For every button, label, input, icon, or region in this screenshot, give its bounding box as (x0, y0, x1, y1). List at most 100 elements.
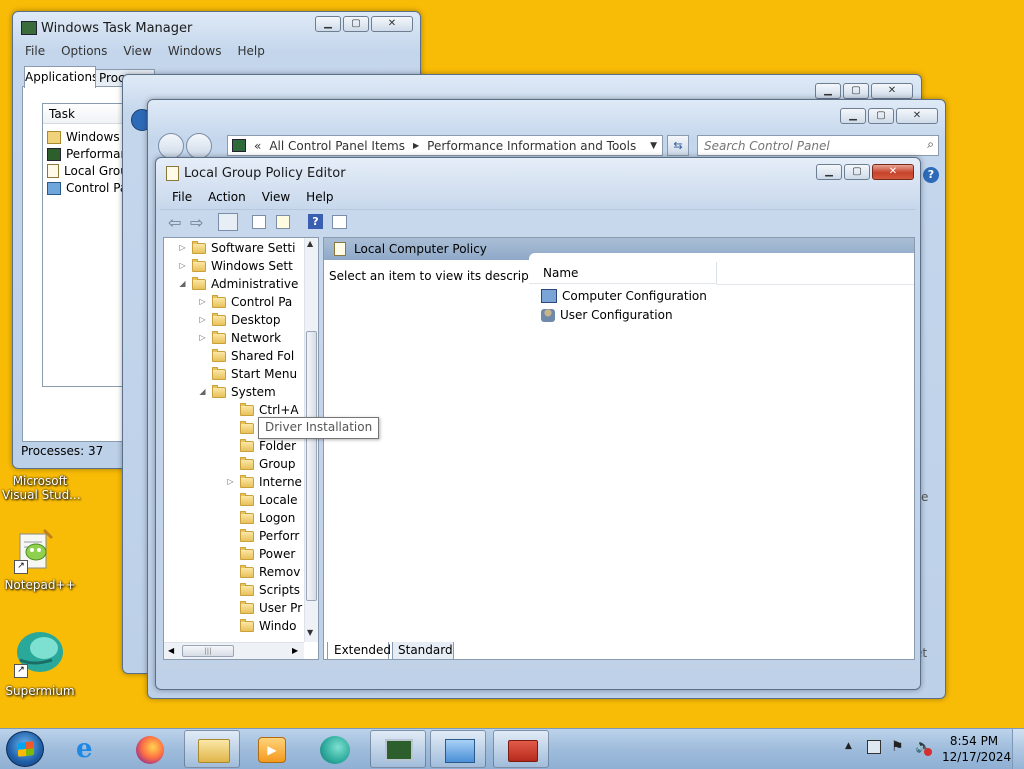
menu-action[interactable]: Action (200, 188, 254, 206)
search-input[interactable] (698, 136, 916, 155)
menu-file[interactable]: File (17, 42, 53, 60)
maximize-button[interactable]: ▢ (844, 164, 870, 180)
desktop-icon-notepad-plus-plus[interactable]: ↗ Notepad++ (2, 526, 78, 596)
expand-arrow-icon[interactable]: ▷ (198, 329, 207, 347)
column-header-name[interactable]: Name (529, 262, 717, 284)
taskbar-group-policy[interactable] (493, 730, 549, 768)
clock-date[interactable]: 12/17/2024 (942, 750, 1011, 764)
maximize-button[interactable]: ▢ (343, 16, 369, 32)
desktop-icon-visual-studio[interactable]: Microsoft Visual Stud... (2, 470, 81, 510)
task-row[interactable]: Windows Ex (47, 128, 125, 146)
clock-time[interactable]: 8:54 PM (948, 734, 1000, 748)
chevron-down-icon[interactable]: ▼ (650, 141, 657, 151)
menu-windows[interactable]: Windows (160, 42, 230, 60)
nav-forward-button[interactable] (186, 133, 212, 159)
scroll-thumb[interactable] (306, 331, 317, 601)
taskbar-supermium[interactable] (308, 730, 364, 768)
close-button[interactable]: ✕ (371, 16, 413, 32)
tree-node[interactable]: Remov (226, 563, 300, 581)
menu-help[interactable]: Help (229, 42, 272, 60)
close-button[interactable]: ✕ (872, 164, 914, 180)
tree-node[interactable]: Folder (226, 437, 296, 455)
column-header-blank[interactable] (717, 262, 914, 285)
breadcrumb-performance[interactable]: Performance Information and Tools (427, 139, 636, 153)
minimize-button[interactable]: ▁ (840, 108, 866, 124)
tree-pane[interactable]: ▷ Software Setti ▷ Windows Sett ◢ Administrat… (163, 237, 319, 660)
scroll-right-arrow-icon[interactable]: ▶ (292, 646, 298, 655)
task-row[interactable]: Performance (47, 145, 125, 163)
tree-node[interactable]: Shared Fol (198, 347, 294, 365)
expand-arrow-icon[interactable]: ▷ (198, 311, 207, 329)
export-list-icon[interactable] (276, 215, 290, 229)
expand-arrow-icon[interactable]: ◢ (198, 383, 207, 401)
tree-node[interactable]: ▷ Software Setti (178, 239, 295, 257)
tree-node[interactable]: Power (226, 545, 295, 563)
taskbar-explorer[interactable] (184, 730, 240, 768)
expand-arrow-icon[interactable]: ▷ (178, 257, 187, 275)
tree-node[interactable]: Perforr (226, 527, 299, 545)
tree-node[interactable]: Locale (226, 491, 297, 509)
tree-node[interactable]: ◢ Administrative (178, 275, 298, 293)
tree-node[interactable]: Start Menu (198, 365, 297, 383)
minimize-button[interactable]: ▁ (816, 164, 842, 180)
scroll-down-arrow-icon[interactable]: ▼ (307, 628, 313, 637)
tree-node[interactable]: ▷ Desktop (198, 311, 281, 329)
items-list[interactable]: Name Computer Configuration User Configu… (529, 253, 914, 639)
task-row[interactable]: Local Group (47, 162, 125, 180)
address-bar[interactable]: « All Control Panel Items ▶ Performance … (227, 135, 663, 156)
minimize-button[interactable]: ▁ (315, 16, 341, 32)
show-hide-tree-icon[interactable] (218, 213, 238, 231)
tree-node[interactable]: User Pr (226, 599, 302, 617)
tree-vertical-scrollbar[interactable]: ▲ ▼ (304, 238, 318, 642)
breadcrumb-all-items[interactable]: All Control Panel Items (269, 139, 405, 153)
desktop-icon-supermium[interactable]: ↗ Supermium (2, 630, 78, 702)
tree-horizontal-scrollbar[interactable]: ◀ ||| ▶ (164, 642, 304, 659)
taskbar-control-panel[interactable] (430, 730, 486, 768)
list-item-computer-configuration[interactable]: Computer Configuration (541, 287, 707, 305)
show-desktop-button[interactable] (1012, 729, 1024, 769)
forward-arrow-icon[interactable]: ⇨ (190, 213, 203, 232)
taskbar-media-player[interactable]: ▶ (244, 730, 300, 768)
tree-node[interactable]: Group (226, 455, 296, 473)
help-icon[interactable]: ? (308, 214, 323, 229)
view-icon[interactable] (332, 215, 347, 229)
maximize-button[interactable]: ▢ (843, 83, 869, 99)
maximize-button[interactable]: ▢ (868, 108, 894, 124)
tree-node[interactable]: Windo (226, 617, 297, 635)
start-button[interactable] (6, 731, 44, 767)
menu-options[interactable]: Options (53, 42, 115, 60)
expand-arrow-icon[interactable]: ◢ (178, 275, 187, 293)
tree-node[interactable]: Scripts (226, 581, 300, 599)
tree-node[interactable]: ▷ Windows Sett (178, 257, 293, 275)
back-arrow-icon[interactable]: ⇦ (168, 213, 181, 232)
tree-node[interactable]: ▷ Network (198, 329, 281, 347)
scroll-thumb[interactable]: ||| (182, 645, 234, 657)
scroll-up-arrow-icon[interactable]: ▲ (307, 239, 313, 248)
minimize-button[interactable]: ▁ (815, 83, 841, 99)
tab-extended[interactable]: Extended (327, 642, 391, 660)
menu-view[interactable]: View (115, 42, 159, 60)
tab-standard[interactable]: Standard (392, 642, 454, 660)
tree-node[interactable]: ◢ System (198, 383, 276, 401)
show-hidden-icons-button[interactable]: ▲ (845, 741, 852, 751)
task-list[interactable]: Task Windows Ex Performance Local Group … (42, 103, 126, 387)
search-icon[interactable]: ⌕ (927, 137, 934, 152)
network-icon[interactable] (867, 740, 881, 754)
tree-node[interactable]: ▷ Interne (226, 473, 302, 491)
close-button[interactable]: ✕ (896, 108, 938, 124)
refresh-button[interactable]: ⇆ (667, 135, 689, 156)
column-header-task[interactable]: Task (43, 104, 125, 124)
nav-back-button[interactable] (158, 133, 184, 159)
help-icon[interactable]: ? (923, 167, 939, 183)
taskbar-task-manager[interactable] (370, 730, 426, 768)
scroll-left-arrow-icon[interactable]: ◀ (168, 646, 174, 655)
list-item-user-configuration[interactable]: User Configuration (541, 306, 673, 324)
close-button[interactable]: ✕ (871, 83, 913, 99)
task-row[interactable]: Control Pane (47, 179, 125, 197)
menu-view[interactable]: View (254, 188, 298, 206)
menu-help[interactable]: Help (298, 188, 341, 206)
expand-arrow-icon[interactable]: ▷ (178, 239, 187, 257)
tree-node[interactable]: ▷ Control Pa (198, 293, 292, 311)
menu-file[interactable]: File (164, 188, 200, 206)
expand-arrow-icon[interactable]: ▷ (226, 473, 235, 491)
